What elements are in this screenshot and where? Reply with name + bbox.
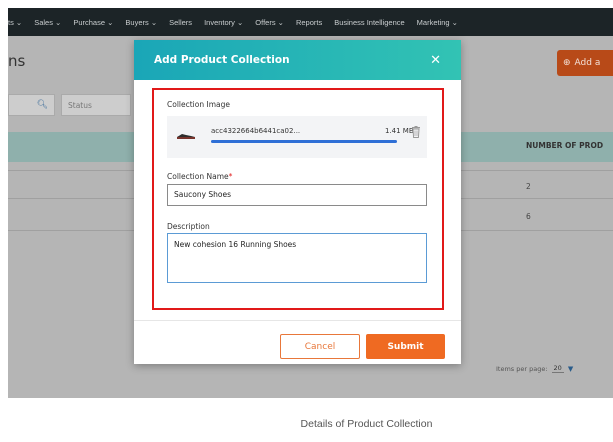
description-label: Description	[167, 222, 210, 231]
collection-name-label-text: Collection Name	[167, 172, 229, 181]
upload-progress-fill	[211, 140, 397, 143]
modal-header: Add Product Collection ✕	[134, 40, 461, 80]
highlight-box: Collection Image acc4322664b6441ca02... …	[152, 88, 444, 310]
nav-item-business-intelligence[interactable]: Business Intelligence	[334, 18, 404, 27]
add-collection-button[interactable]: ⊕ Add a	[557, 50, 613, 76]
app-window: ts ⌄ Sales ⌄ Purchase ⌄ Buyers ⌄ Sellers…	[8, 8, 613, 398]
add-product-collection-modal: Add Product Collection ✕ Collection Imag…	[134, 40, 461, 364]
description-textarea[interactable]: New cohesion 16 Running Shoes	[167, 233, 427, 283]
collection-name-input[interactable]: Saucony Shoes	[167, 184, 427, 206]
nav-item-reports[interactable]: Reports	[296, 18, 322, 27]
nav-item-products[interactable]: ts ⌄	[8, 18, 22, 27]
required-mark: *	[228, 172, 233, 181]
file-size: 1.41 MB	[385, 127, 414, 135]
search-button[interactable]: 🔍︎	[8, 94, 55, 116]
nav-item-offers[interactable]: Offers ⌄	[255, 18, 284, 27]
page-title: ns	[8, 52, 26, 70]
column-header-number-of-products: NUMBER OF PROD	[526, 141, 604, 150]
nav-item-marketing[interactable]: Marketing ⌄	[417, 18, 458, 27]
trash-icon[interactable]	[411, 126, 421, 138]
caret-down-icon[interactable]: ▼	[568, 365, 573, 373]
table-cell: 2	[526, 182, 531, 191]
figure-caption: Details of Product Collection	[300, 418, 433, 430]
items-per-page: Items per page: 20 ▼	[496, 364, 573, 373]
footer-divider	[134, 320, 461, 321]
nav-item-purchase[interactable]: Purchase ⌄	[73, 18, 113, 27]
items-per-page-select[interactable]: 20	[551, 364, 564, 373]
uploaded-file: acc4322664b6441ca02... 1.41 MB	[167, 116, 427, 158]
cancel-button[interactable]: Cancel	[280, 334, 360, 359]
add-button-label: Add a	[574, 58, 601, 68]
close-icon[interactable]: ✕	[430, 53, 441, 68]
search-icon: 🔍︎	[36, 100, 48, 110]
table-cell: 6	[526, 212, 531, 221]
shoe-thumbnail	[177, 134, 195, 139]
collection-name-label: Collection Name*	[167, 172, 232, 181]
nav-item-buyers[interactable]: Buyers ⌄	[125, 18, 157, 27]
items-per-page-label: Items per page:	[496, 364, 548, 373]
nav-item-inventory[interactable]: Inventory ⌄	[204, 18, 243, 27]
nav-item-sellers[interactable]: Sellers	[169, 18, 192, 27]
plus-circle-icon: ⊕	[563, 58, 571, 68]
submit-button[interactable]: Submit	[366, 334, 445, 359]
modal-title: Add Product Collection	[154, 54, 290, 66]
collection-image-label: Collection Image	[167, 100, 230, 109]
top-nav: ts ⌄ Sales ⌄ Purchase ⌄ Buyers ⌄ Sellers…	[8, 8, 613, 36]
status-filter[interactable]: Status	[61, 94, 131, 116]
upload-progress-bar	[211, 140, 397, 143]
file-name: acc4322664b6441ca02...	[211, 127, 301, 135]
nav-item-sales[interactable]: Sales ⌄	[34, 18, 61, 27]
